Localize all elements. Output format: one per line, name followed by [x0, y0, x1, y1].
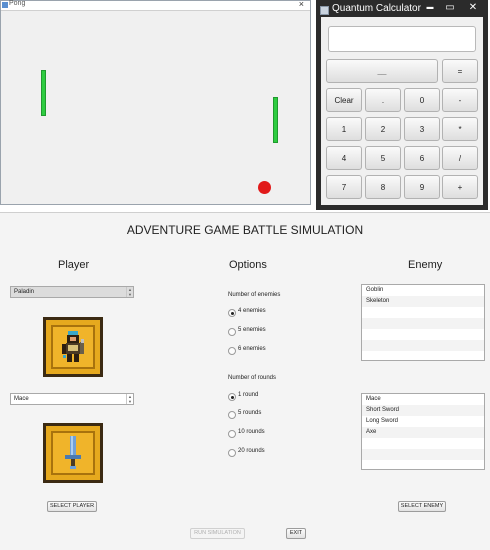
zero-button[interactable]: 0	[404, 88, 440, 112]
radio-dot	[228, 449, 236, 457]
player-weapon-value: Mace	[14, 396, 29, 402]
right-paddle	[273, 97, 278, 143]
three-button[interactable]: 3	[404, 117, 440, 141]
radio-label: 10 rounds	[238, 429, 265, 435]
maximize-icon[interactable]: ▭	[440, 1, 460, 15]
ball	[258, 181, 271, 194]
chevron-updown-icon: ▲ ▼	[126, 287, 133, 297]
page-title: ADVENTURE GAME BATTLE SIMULATION	[126, 223, 364, 237]
radio-label: 6 enemies	[238, 346, 266, 352]
dot-button[interactable]: .	[365, 88, 401, 112]
nine-button[interactable]: 9	[404, 175, 440, 199]
radio-label: 5 enemies	[238, 327, 266, 333]
six-button[interactable]: 6	[404, 146, 440, 170]
weapon-portrait-frame	[51, 431, 95, 475]
rounds-count-label: Number of rounds	[228, 375, 277, 381]
radio-label: 4 enemies	[238, 308, 266, 314]
divide-button[interactable]: /	[442, 146, 478, 170]
app-icon	[2, 2, 8, 8]
two-button[interactable]: 2	[365, 117, 401, 141]
select-enemy-button[interactable]: SELECT ENEMY	[398, 501, 446, 512]
run-simulation-button[interactable]: RUN SIMULATION	[190, 528, 245, 539]
list-item-empty	[362, 438, 484, 449]
clear-button[interactable]: Clear	[326, 88, 362, 112]
minus-button[interactable]: -	[442, 88, 478, 112]
calculator-window: Quantum Calculator ▬ ▭ ✕ __ = Clear . 0 …	[316, 0, 488, 210]
player-portrait-frame	[51, 325, 95, 369]
player-class-select[interactable]: Paladin ▲ ▼	[10, 286, 134, 298]
close-icon[interactable]: ✕	[462, 1, 484, 15]
select-player-button[interactable]: SELECT PLAYER	[47, 501, 97, 512]
list-item[interactable]: Axe	[362, 427, 484, 438]
options-heading: Options	[229, 259, 267, 271]
player-class-value: Paladin	[14, 289, 35, 295]
radio-dot	[228, 411, 236, 419]
enemies-count-label: Number of enemies	[228, 292, 281, 298]
four-button[interactable]: 4	[326, 146, 362, 170]
radio-dot	[228, 430, 236, 438]
enemy-heading: Enemy	[408, 259, 443, 271]
player-portrait	[43, 317, 103, 377]
radio-label: 20 rounds	[238, 448, 265, 454]
list-item[interactable]: Short Sword	[362, 405, 484, 416]
calculator-display[interactable]	[328, 26, 476, 52]
radio-dot	[228, 309, 236, 317]
minimize-icon[interactable]: ▬	[420, 1, 440, 15]
calculator-body: __ = Clear . 0 - 1 2 3 * 4 5 6 / 7 8 9 +	[321, 17, 483, 205]
player-weapon-select[interactable]: Mace ▲ ▼	[10, 393, 134, 405]
multiply-button[interactable]: *	[442, 117, 478, 141]
adventure-window: ADVENTURE GAME BATTLE SIMULATION Player …	[0, 212, 490, 550]
seven-button[interactable]: 7	[326, 175, 362, 199]
chevron-updown-icon: ▲ ▼	[126, 394, 133, 404]
radio-dot	[228, 347, 236, 355]
list-item-empty	[362, 318, 484, 329]
player-heading: Player	[58, 259, 90, 271]
left-paddle	[41, 70, 46, 116]
app-icon	[320, 6, 329, 15]
backspace-button[interactable]: __	[326, 59, 438, 83]
close-icon[interactable]: ×	[299, 0, 304, 9]
pong-title-bar[interactable]: Pong ×	[1, 0, 310, 11]
list-item-empty	[362, 307, 484, 318]
list-item-empty	[362, 340, 484, 351]
calculator-title-bar[interactable]: Quantum Calculator ▬ ▭ ✕	[316, 0, 488, 17]
radio-label: 1 round	[238, 392, 259, 398]
radio-dot	[228, 393, 236, 401]
mace-sprite-icon	[65, 436, 81, 469]
list-item-empty	[362, 329, 484, 340]
pong-title: Pong	[9, 0, 26, 7]
one-button[interactable]: 1	[326, 117, 362, 141]
calculator-title: Quantum Calculator	[332, 3, 421, 14]
list-item[interactable]: Goblin	[362, 285, 484, 296]
enemy-list[interactable]: Goblin Skeleton	[361, 284, 485, 361]
list-item[interactable]: Mace	[362, 394, 484, 405]
eight-button[interactable]: 8	[365, 175, 401, 199]
radio-dot	[228, 328, 236, 336]
list-item-empty	[362, 449, 484, 460]
plus-button[interactable]: +	[442, 175, 478, 199]
weapon-portrait	[43, 423, 103, 483]
equals-button[interactable]: =	[442, 59, 478, 83]
pong-window: Pong ×	[0, 0, 311, 205]
paladin-sprite-icon	[62, 331, 84, 362]
radio-label: 5 rounds	[238, 410, 262, 416]
list-item[interactable]: Skeleton	[362, 296, 484, 307]
list-item[interactable]: Long Sword	[362, 416, 484, 427]
enemy-weapon-list[interactable]: Mace Short Sword Long Sword Axe	[361, 393, 485, 470]
five-button[interactable]: 5	[365, 146, 401, 170]
exit-button[interactable]: EXIT	[286, 528, 306, 539]
